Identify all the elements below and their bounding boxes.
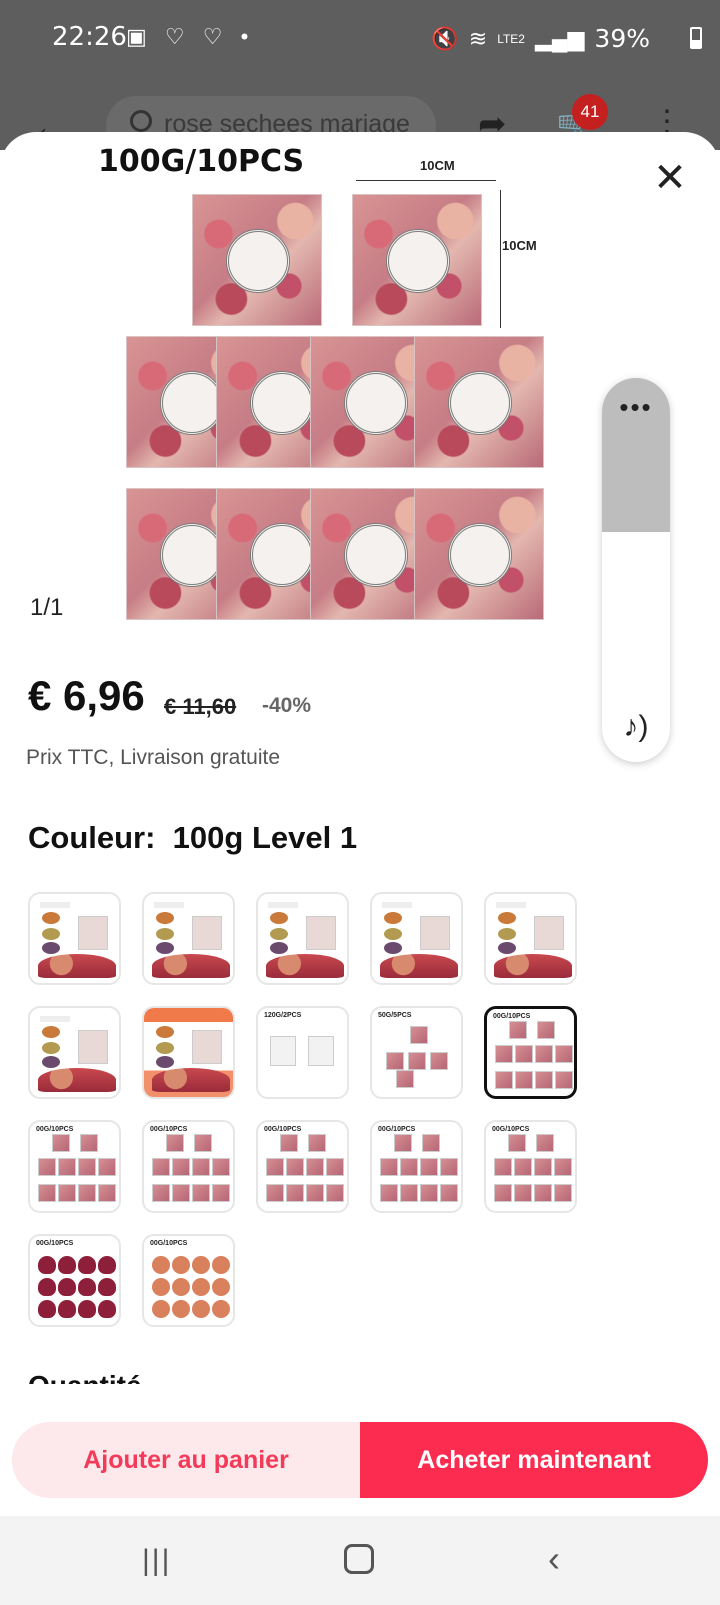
- action-bar: Ajouter au panier Acheter maintenant: [0, 1384, 720, 1516]
- swatch-label: 00G/10PCS: [36, 1126, 74, 1133]
- color-swatch[interactable]: [142, 892, 235, 985]
- color-swatch[interactable]: 50G/5PCS: [370, 1006, 463, 1099]
- swatch-label: 00G/10PCS: [150, 1240, 188, 1247]
- petal-pack: [352, 194, 482, 326]
- image-title: 100G/10PCS: [98, 144, 305, 179]
- dimension-line: [356, 180, 496, 181]
- battery-icon: [690, 27, 702, 49]
- swatch-label: 00G/10PCS: [492, 1126, 530, 1133]
- status-time: 22:26: [52, 22, 127, 52]
- dimension-top-label: 10CM: [420, 158, 455, 173]
- quantity-heading: Quantité: [28, 1364, 168, 1384]
- color-swatch[interactable]: [484, 892, 577, 985]
- battery-text: 39%: [594, 24, 650, 53]
- home-icon[interactable]: [344, 1544, 374, 1574]
- color-swatch[interactable]: 00G/10PCS: [484, 1006, 577, 1099]
- swatch-label: 00G/10PCS: [493, 1013, 531, 1020]
- swatch-label: 00G/10PCS: [36, 1240, 74, 1247]
- original-price: € 11,60: [164, 694, 237, 719]
- color-label: Couleur: 100g Level 1: [28, 820, 357, 856]
- search-icon: [130, 110, 152, 132]
- color-swatch[interactable]: 00G/10PCS: [142, 1234, 235, 1327]
- dimension-side-label: 10CM: [502, 238, 537, 253]
- color-swatch[interactable]: 00G/10PCS: [28, 1120, 121, 1213]
- recent-apps-icon[interactable]: |||: [142, 1544, 171, 1578]
- color-swatch[interactable]: [370, 892, 463, 985]
- mute-icon: 🔇: [431, 25, 459, 51]
- color-swatch[interactable]: 00G/10PCS: [370, 1120, 463, 1213]
- dimension-line: [500, 190, 501, 328]
- notification-icons: ▣ ♡ ♡ •: [126, 24, 255, 49]
- swatch-label: 00G/10PCS: [150, 1126, 188, 1133]
- system-nav-bar: ||| ‹: [0, 1516, 720, 1605]
- color-swatch[interactable]: 00G/10PCS: [256, 1120, 349, 1213]
- petal-pack: [414, 488, 544, 620]
- image-counter: 1/1: [30, 594, 64, 621]
- nav-back-icon[interactable]: ‹: [548, 1538, 560, 1580]
- swatch-label: 00G/10PCS: [378, 1126, 416, 1133]
- product-image[interactable]: 100G/10PCS 10CM 10CM: [90, 132, 610, 644]
- sound-icon[interactable]: ♪): [602, 710, 670, 744]
- discount-badge: -40%: [262, 694, 312, 717]
- floating-widget[interactable]: ••• ♪): [602, 378, 670, 762]
- color-swatch[interactable]: [256, 892, 349, 985]
- color-swatch[interactable]: 00G/10PCS: [484, 1120, 577, 1213]
- color-swatch[interactable]: [142, 1006, 235, 1099]
- swatch-label: 120G/2PCS: [264, 1012, 302, 1019]
- tax-note: Prix TTC, Livraison gratuite: [26, 746, 281, 769]
- petal-pack: [192, 194, 322, 326]
- color-label-key: Couleur:: [28, 820, 156, 855]
- product-options-sheet: ✕ 100G/10PCS 10CM 10CM 1/1 ••• ♪) € 6,96…: [0, 132, 720, 1516]
- color-swatch[interactable]: 120G/2PCS: [256, 1006, 349, 1099]
- petal-pack: [414, 336, 544, 468]
- swatch-label: 50G/5PCS: [378, 1012, 412, 1019]
- color-swatch[interactable]: [28, 892, 121, 985]
- color-swatch[interactable]: 00G/10PCS: [142, 1120, 235, 1213]
- price: € 6,96: [28, 672, 145, 719]
- network-label: LTE2: [497, 31, 525, 46]
- close-icon[interactable]: ✕: [646, 154, 694, 202]
- signal-icon: ▂▄▆: [534, 25, 585, 51]
- color-swatch[interactable]: 00G/10PCS: [28, 1234, 121, 1327]
- status-bar: 22:26 ▣ ♡ ♡ • 🔇 ≋ LTE2 ▂▄▆ 39%: [0, 0, 720, 80]
- color-swatch[interactable]: [28, 1006, 121, 1099]
- color-label-value: 100g Level 1: [172, 820, 358, 855]
- add-to-cart-button[interactable]: Ajouter au panier: [12, 1422, 360, 1498]
- cart-badge: 41: [572, 94, 608, 130]
- buy-now-button[interactable]: Acheter maintenant: [360, 1422, 708, 1498]
- status-icons: 🔇 ≋ LTE2 ▂▄▆ 39%: [431, 24, 650, 53]
- wifi-icon: ≋: [468, 25, 488, 51]
- more-dots-icon[interactable]: •••: [602, 392, 670, 423]
- swatch-label: 00G/10PCS: [264, 1126, 302, 1133]
